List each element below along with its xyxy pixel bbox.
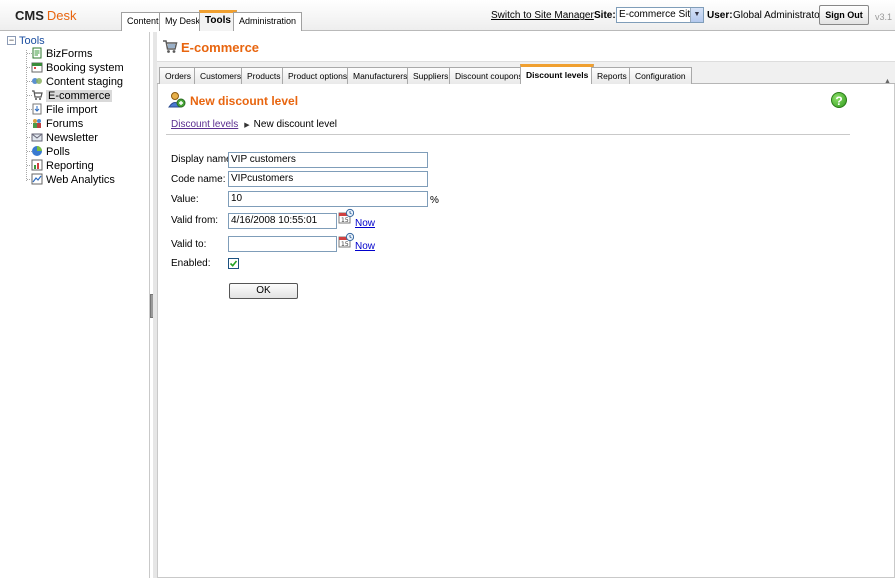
tree-item-e-commerce[interactable]: E-commerce xyxy=(26,89,114,102)
tree-item-reporting[interactable]: Reporting xyxy=(27,159,96,172)
tree-item-label: BizForms xyxy=(46,48,93,60)
breadcrumb: Discount levels ▶ New discount level xyxy=(171,119,337,130)
svg-text:15: 15 xyxy=(341,217,349,224)
value-field[interactable]: 10 xyxy=(228,191,428,207)
discount-level-icon xyxy=(168,92,186,108)
app-logo: CMS Desk xyxy=(15,8,77,23)
tree-item-file-import[interactable]: File import xyxy=(26,103,99,116)
switch-site-manager-link[interactable]: Switch to Site Manager xyxy=(491,10,594,21)
display-name-label: Display name: xyxy=(171,154,235,165)
forums-icon xyxy=(33,119,41,128)
valid-from-field[interactable]: 4/16/2008 10:55:01 xyxy=(228,213,337,229)
valid-to-field[interactable] xyxy=(228,236,337,252)
ecommerce-icon xyxy=(163,40,178,53)
tree-item-label: Forums xyxy=(46,118,84,130)
enabled-label: Enabled: xyxy=(171,258,211,269)
top-header: CMS Desk Content My Desk Tools Administra… xyxy=(0,0,895,31)
tab-customers[interactable]: Customers xyxy=(194,67,248,84)
bizforms-icon xyxy=(32,47,42,59)
tab-tools[interactable]: Tools xyxy=(199,10,237,31)
reporting-icon xyxy=(31,159,43,171)
tab-suppliers[interactable]: Suppliers xyxy=(407,67,455,84)
enabled-checkbox[interactable] xyxy=(228,258,239,269)
tree-item-label: Content staging xyxy=(46,76,124,88)
chevron-down-icon[interactable]: ▼ xyxy=(690,8,703,22)
tree-item-newsletter[interactable]: Newsletter xyxy=(27,131,100,144)
file-import-icon xyxy=(32,103,42,115)
tab-content[interactable]: Content xyxy=(121,12,165,31)
site-label: Site: xyxy=(594,10,616,21)
tab-products[interactable]: Products xyxy=(241,67,287,84)
tree-item-label: Booking system xyxy=(46,62,124,74)
tree-item-booking-system[interactable]: Booking system xyxy=(27,61,126,74)
tab-administration[interactable]: Administration xyxy=(233,12,303,31)
calendar-icon[interactable]: 15 xyxy=(338,208,354,225)
booking-icon xyxy=(31,62,43,73)
tree-item-label: File import xyxy=(46,104,98,116)
tab-discount-levels[interactable]: Discount levels xyxy=(520,64,595,85)
valid-from-label: Valid from: xyxy=(171,215,219,226)
calendar-icon[interactable]: 15 xyxy=(338,232,354,249)
tree-item-label: Newsletter xyxy=(46,132,98,144)
checkmark-icon xyxy=(229,260,238,267)
tree-item-polls[interactable]: Polls xyxy=(27,145,72,158)
collapse-minus-icon[interactable]: − xyxy=(7,36,16,45)
tools-tree: − Tools BizForms Booking system Content s… xyxy=(0,32,150,578)
breadcrumb-current: New discount level xyxy=(253,119,338,130)
valid-to-now-link[interactable]: Now xyxy=(355,241,375,252)
newsletter-icon xyxy=(31,133,43,142)
user-name: Global Administrator xyxy=(733,10,824,21)
polls-icon xyxy=(32,146,42,156)
module-header: E-commerce xyxy=(157,32,895,62)
tab-reports[interactable]: Reports xyxy=(591,67,633,84)
code-name-label: Code name: xyxy=(171,174,226,185)
tree-item-web-analytics[interactable]: Web Analytics xyxy=(27,173,117,186)
code-name-field[interactable]: VIPcustomers xyxy=(228,171,428,187)
site-select[interactable]: E-commerce Site ▼ xyxy=(616,7,704,23)
tree-root-label: Tools xyxy=(19,35,45,47)
version-label: v3.1 xyxy=(875,12,893,22)
tab-manufacturers[interactable]: Manufacturers xyxy=(347,67,414,84)
divider xyxy=(166,134,850,135)
page-title: New discount level xyxy=(190,94,299,108)
tab-configuration[interactable]: Configuration xyxy=(629,67,692,84)
tree-item-content-staging[interactable]: Content staging xyxy=(26,75,125,88)
svg-text:15: 15 xyxy=(341,241,349,248)
staging-icon xyxy=(32,78,42,84)
tab-orders[interactable]: Orders xyxy=(159,67,197,84)
ok-button[interactable]: OK xyxy=(229,283,298,299)
tree-item-label: Polls xyxy=(46,146,70,158)
valid-to-label: Valid to: xyxy=(171,239,207,250)
analytics-icon xyxy=(31,173,43,185)
content-area: New discount level ? Discount levels ▶ New… xyxy=(157,84,895,578)
tree-root-tools[interactable]: − Tools xyxy=(7,35,45,47)
user-label: User: xyxy=(707,10,733,21)
percent-unit: % xyxy=(430,195,439,206)
valid-from-now-link[interactable]: Now xyxy=(355,218,375,229)
tree-item-bizforms[interactable]: BizForms xyxy=(26,47,94,60)
logo-cms-text: CMS xyxy=(15,8,44,23)
logo-desk-text: Desk xyxy=(46,8,77,23)
display-name-field[interactable]: VIP customers xyxy=(228,152,428,168)
tree-item-forums[interactable]: Forums xyxy=(26,117,85,130)
site-select-value: E-commerce Site xyxy=(619,9,696,20)
sign-out-button[interactable]: Sign Out xyxy=(819,5,869,25)
tab-discount-coupons[interactable]: Discount coupons xyxy=(449,67,529,84)
tree-item-label: Reporting xyxy=(46,160,94,172)
tree-item-label: Web Analytics xyxy=(46,174,115,186)
ecommerce-icon xyxy=(32,90,43,100)
tab-product-options[interactable]: Product options xyxy=(282,67,354,84)
tree-item-label: E-commerce xyxy=(46,90,113,102)
module-tabstrip: Orders Customers Products Product option… xyxy=(157,62,895,85)
help-icon[interactable]: ? xyxy=(831,92,847,108)
breadcrumb-arrow-icon: ▶ xyxy=(244,122,250,129)
breadcrumb-link-discount-levels[interactable]: Discount levels xyxy=(171,119,238,130)
value-label: Value: xyxy=(171,194,199,205)
module-title: E-commerce xyxy=(181,40,260,55)
